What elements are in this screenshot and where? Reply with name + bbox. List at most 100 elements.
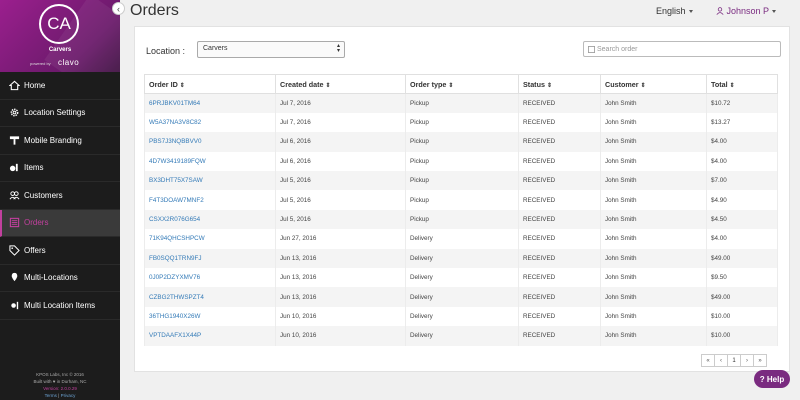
status-cell: RECEIVED bbox=[518, 326, 601, 346]
order-id-cell[interactable]: 71K94QHCSHPCW bbox=[144, 229, 276, 249]
status-cell: RECEIVED bbox=[518, 209, 601, 230]
clavo-logo: clavo bbox=[58, 58, 80, 67]
sidebar-item-label: Orders bbox=[24, 218, 49, 228]
sidebar-item-label: Offers bbox=[24, 245, 46, 255]
order-id-cell[interactable]: F4T3DOAW7MNF2 bbox=[144, 190, 276, 210]
order-id-cell[interactable]: BX3DHT75X7SAW bbox=[144, 171, 276, 191]
pagination-prev-button[interactable]: ‹ bbox=[714, 354, 728, 367]
privacy-link[interactable]: Privacy bbox=[61, 393, 76, 398]
pagination-first-button[interactable]: « bbox=[701, 354, 715, 367]
total-cell: $49.00 bbox=[706, 287, 778, 307]
table-row[interactable]: 4D7W3419189FQW Jul 6, 2016 Pickup RECEIVED J… bbox=[144, 151, 778, 172]
order-id-cell[interactable]: W5A37NA3V8C82 bbox=[144, 112, 276, 133]
table-row[interactable]: W5A37NA3V8C82 Jul 7, 2016 Pickup RECEIVED Jo… bbox=[144, 112, 778, 133]
column-header-order-id[interactable]: Order ID ⇕ bbox=[144, 74, 276, 94]
sidebar-item-location-settings[interactable]: Location Settings bbox=[0, 100, 120, 127]
sort-icon: ⇕ bbox=[179, 82, 185, 89]
order-id-cell[interactable]: CZBG2THWSPZT4 bbox=[144, 287, 276, 307]
help-button[interactable]: ? Help bbox=[754, 370, 790, 388]
caret-down-icon bbox=[772, 10, 777, 14]
column-header-order-type[interactable]: Order type ⇕ bbox=[405, 74, 519, 94]
search-icon bbox=[588, 45, 595, 53]
column-header-created-date[interactable]: Created date ⇕ bbox=[275, 74, 406, 94]
created-date-cell: Jun 13, 2016 bbox=[275, 268, 406, 288]
created-date-cell: Jun 10, 2016 bbox=[275, 326, 406, 346]
sidebar-item-label: Customers bbox=[24, 190, 63, 200]
collapse-sidebar-button[interactable]: ‹ bbox=[112, 2, 125, 15]
column-header-total[interactable]: Total ⇕ bbox=[706, 74, 778, 94]
customer-cell: John Smith bbox=[600, 171, 707, 191]
customer-cell: John Smith bbox=[600, 93, 707, 113]
order-id-cell[interactable]: FB0SQQ1TRN9FJ bbox=[144, 248, 276, 269]
customer-cell: John Smith bbox=[600, 112, 707, 133]
table-row[interactable]: 6PRJBKV01TM64 Jul 7, 2016 Pickup RECEIVED Jo… bbox=[144, 93, 778, 113]
table-row[interactable]: BX3DHT75X7SAW Jul 5, 2016 Pickup RECEIVED Jo… bbox=[144, 171, 778, 191]
order-id-cell[interactable]: 4D7W3419189FQW bbox=[144, 151, 276, 172]
status-cell: RECEIVED bbox=[518, 132, 601, 152]
order-id-cell[interactable]: 0J0P2DZYXMV76 bbox=[144, 268, 276, 288]
pagination: « ‹ 1 › » bbox=[701, 354, 767, 367]
order-id-cell[interactable]: VPTDAAFX1X44P bbox=[144, 326, 276, 346]
page-title: Orders bbox=[130, 2, 179, 19]
brand-avatar[interactable]: CA bbox=[39, 4, 79, 44]
total-cell: $4.00 bbox=[706, 132, 778, 152]
customer-cell: John Smith bbox=[600, 326, 707, 346]
table-row[interactable]: FB0SQQ1TRN9FJ Jun 13, 2016 Delivery RECEIVE… bbox=[144, 248, 778, 269]
table-row[interactable]: 71K94QHCSHPCW Jun 27, 2016 Delivery RECEIVE… bbox=[144, 229, 778, 249]
sidebar-item-customers[interactable]: Customers bbox=[0, 182, 120, 210]
sidebar-item-label: Items bbox=[24, 163, 44, 173]
location-label: Location : bbox=[146, 46, 186, 56]
sidebar-item-offers[interactable]: Offers bbox=[0, 237, 120, 265]
table-row[interactable]: PBS7J3NQBBVV0 Jul 6, 2016 Pickup RECEIVED Jo… bbox=[144, 132, 778, 152]
column-header-status[interactable]: Status ⇕ bbox=[518, 74, 601, 94]
brand-name: Carvers bbox=[48, 47, 72, 53]
total-cell: $4.90 bbox=[706, 190, 778, 210]
order-id-cell[interactable]: PBS7J3NQBBVV0 bbox=[144, 132, 276, 152]
customer-cell: John Smith bbox=[600, 268, 707, 288]
table-row[interactable]: 0J0P2DZYXMV76 Jun 13, 2016 Delivery RECEIVE… bbox=[144, 268, 778, 288]
order-id-cell[interactable]: 6PRJBKV01TM64 bbox=[144, 93, 276, 113]
pagination-last-button[interactable]: » bbox=[753, 354, 767, 367]
items-icon bbox=[8, 162, 20, 174]
orders-table: Order ID ⇕ Created date ⇕ Order type ⇕ Stat… bbox=[144, 74, 778, 346]
sidebar-item-multi-locations[interactable]: Multi-Locations bbox=[0, 265, 120, 292]
total-cell: $9.50 bbox=[706, 268, 778, 288]
created-date-cell: Jun 10, 2016 bbox=[275, 306, 406, 327]
users-icon bbox=[8, 189, 20, 201]
sidebar-item-mobile-branding[interactable]: Mobile Branding bbox=[0, 127, 120, 155]
customer-cell: John Smith bbox=[600, 209, 707, 230]
language-label: English bbox=[656, 6, 686, 16]
table-row[interactable]: VPTDAAFX1X44P Jun 10, 2016 Delivery RECEIVE… bbox=[144, 326, 778, 346]
terms-link[interactable]: Terms bbox=[45, 393, 57, 398]
order-id-cell[interactable]: 36THG1940X26W bbox=[144, 306, 276, 327]
user-menu[interactable]: Johnson P bbox=[716, 6, 777, 16]
language-dropdown[interactable]: English bbox=[656, 6, 693, 16]
column-header-customer[interactable]: Customer ⇕ bbox=[600, 74, 707, 94]
location-select[interactable]: Carvers ▴ ▾ bbox=[197, 41, 345, 58]
sidebar-item-items[interactable]: Items bbox=[0, 155, 120, 182]
pagination-page-1[interactable]: 1 bbox=[727, 354, 741, 367]
location-select-value: Carvers bbox=[203, 45, 228, 52]
order-type-cell: Pickup bbox=[405, 209, 519, 230]
table-header-row: Order ID ⇕ Created date ⇕ Order type ⇕ Stat… bbox=[144, 74, 778, 94]
sidebar-item-multi-location-items[interactable]: Multi Location Items bbox=[0, 292, 120, 320]
created-date-cell: Jul 7, 2016 bbox=[275, 112, 406, 133]
pagination-next-button[interactable]: › bbox=[740, 354, 754, 367]
table-row[interactable]: CSXX2R076G654 Jul 5, 2016 Pickup RECEIVED Jo… bbox=[144, 209, 778, 230]
search-order-input[interactable]: Search order bbox=[583, 41, 781, 57]
order-id-cell[interactable]: CSXX2R076G654 bbox=[144, 209, 276, 230]
table-row[interactable]: CZBG2THWSPZT4 Jun 13, 2016 Delivery RECEIVE… bbox=[144, 287, 778, 307]
sidebar-item-home[interactable]: Home bbox=[0, 72, 120, 100]
customer-cell: John Smith bbox=[600, 306, 707, 327]
orders-card: Location : Carvers ▴ ▾ Search order Order… bbox=[134, 26, 790, 372]
orders-table-body: 6PRJBKV01TM64 Jul 7, 2016 Pickup RECEIVED Jo… bbox=[144, 93, 778, 346]
user-icon bbox=[716, 6, 727, 16]
table-row[interactable]: F4T3DOAW7MNF2 Jul 5, 2016 Pickup RECEIVED Jo… bbox=[144, 190, 778, 210]
sort-icon: ⇕ bbox=[729, 82, 735, 89]
order-type-cell: Delivery bbox=[405, 326, 519, 346]
created-date-cell: Jul 6, 2016 bbox=[275, 151, 406, 172]
sort-icon: ⇕ bbox=[448, 82, 454, 89]
table-row[interactable]: 36THG1940X26W Jun 10, 2016 Delivery RECEIVE… bbox=[144, 306, 778, 327]
sidebar-item-orders[interactable]: Orders bbox=[0, 209, 120, 237]
order-type-cell: Delivery bbox=[405, 229, 519, 249]
